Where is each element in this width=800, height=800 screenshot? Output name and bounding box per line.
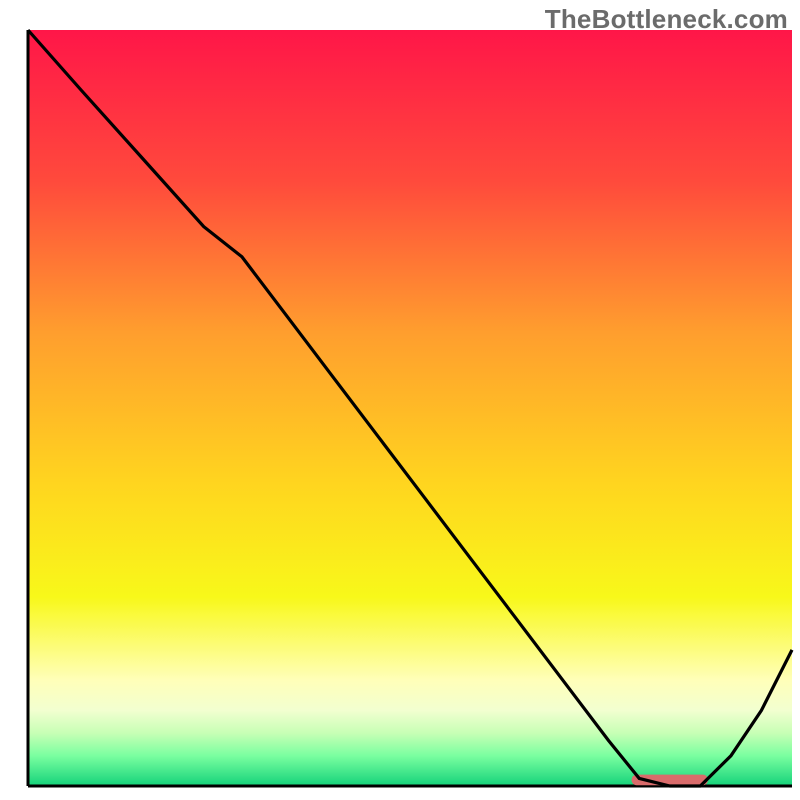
bottleneck-chart bbox=[0, 0, 800, 800]
chart-frame: TheBottleneck.com bbox=[0, 0, 800, 800]
watermark-text: TheBottleneck.com bbox=[545, 4, 788, 35]
chart-background bbox=[28, 30, 792, 786]
